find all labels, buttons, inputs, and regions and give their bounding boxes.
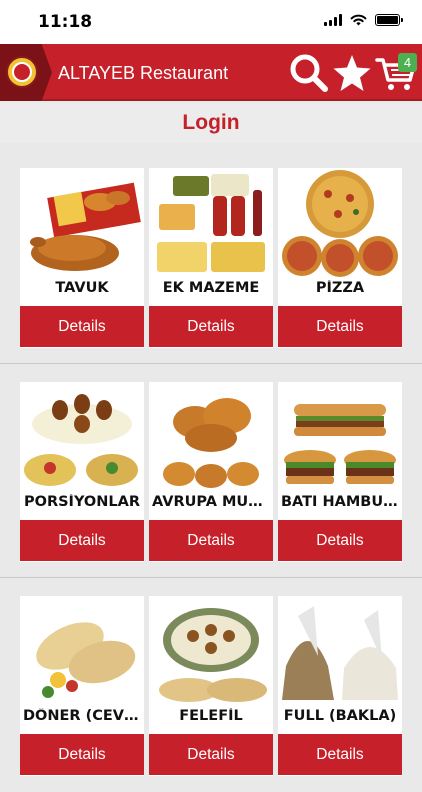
details-button[interactable]: Details bbox=[149, 734, 273, 775]
search-icon bbox=[290, 54, 328, 92]
details-button[interactable]: Details bbox=[278, 520, 402, 561]
fried-chicken-photo bbox=[149, 382, 273, 492]
category-name: PİZZA bbox=[315, 280, 365, 296]
pizza-photo bbox=[278, 168, 402, 278]
category-card-bati-hamburger[interactable]: BATI HAMBUR... Details bbox=[278, 382, 402, 562]
cart-count-badge: 4 bbox=[398, 53, 417, 72]
login-bar[interactable]: Login bbox=[0, 103, 422, 143]
side-dishes-photo bbox=[149, 168, 273, 278]
category-card-full-bakla[interactable]: FULL (BAKLA) Details bbox=[278, 596, 402, 776]
status-bar: 11:18 bbox=[0, 0, 422, 44]
category-name: FELEFİL bbox=[179, 708, 243, 724]
app-header: ALTAYEB Restaurant 4 bbox=[0, 44, 422, 101]
details-button[interactable]: Details bbox=[149, 520, 273, 561]
category-card-porsiyonlar[interactable]: PORSİYONLAR Details bbox=[20, 382, 144, 562]
star-icon bbox=[333, 55, 371, 91]
details-button[interactable]: Details bbox=[278, 734, 402, 775]
category-card-pizza[interactable]: PİZZA Details bbox=[278, 168, 402, 348]
wifi-icon bbox=[350, 14, 367, 26]
battery-icon bbox=[375, 14, 403, 26]
category-name: EK MAZEME bbox=[162, 280, 260, 296]
app-title: ALTAYEB Restaurant bbox=[58, 63, 229, 83]
details-button[interactable]: Details bbox=[20, 306, 144, 347]
burgers-photo bbox=[278, 382, 402, 492]
falafel-photo bbox=[149, 596, 273, 706]
category-name: TAVUK bbox=[55, 280, 109, 296]
category-name: DÖNER (CEVİ... bbox=[23, 708, 144, 724]
chicken-photo bbox=[20, 168, 144, 278]
details-button[interactable]: Details bbox=[20, 520, 144, 561]
search-button[interactable] bbox=[288, 52, 330, 94]
category-row: DÖNER (CEVİ... Details FELEFİL Details F… bbox=[0, 578, 422, 792]
category-grid: TAVUK Details EK MAZEME Details PİZZA De… bbox=[0, 150, 422, 792]
category-name: AVRUPA MUT... bbox=[152, 494, 273, 510]
status-time: 11:18 bbox=[38, 12, 93, 32]
details-button[interactable]: Details bbox=[20, 734, 144, 775]
category-card-tavuk[interactable]: TAVUK Details bbox=[20, 168, 144, 348]
favorites-button[interactable] bbox=[331, 52, 373, 94]
category-row: TAVUK Details EK MAZEME Details PİZZA De… bbox=[0, 150, 422, 364]
category-card-doner[interactable]: DÖNER (CEVİ... Details bbox=[20, 596, 144, 776]
login-link[interactable]: Login bbox=[182, 103, 239, 143]
details-button[interactable]: Details bbox=[278, 306, 402, 347]
category-row: PORSİYONLAR Details AVRUPA MUT... Detail… bbox=[0, 364, 422, 578]
category-name: FULL (BAKLA) bbox=[283, 708, 397, 724]
category-card-ek-mazeme[interactable]: EK MAZEME Details bbox=[149, 168, 273, 348]
fava-beans-photo bbox=[278, 596, 402, 706]
restaurant-logo[interactable] bbox=[6, 56, 38, 88]
portions-photo bbox=[20, 382, 144, 492]
category-name: PORSİYONLAR bbox=[23, 494, 141, 510]
status-icons bbox=[324, 14, 403, 26]
wrap-photo bbox=[20, 596, 144, 706]
category-name: BATI HAMBUR... bbox=[281, 494, 402, 510]
category-card-felefil[interactable]: FELEFİL Details bbox=[149, 596, 273, 776]
details-button[interactable]: Details bbox=[149, 306, 273, 347]
category-card-avrupa[interactable]: AVRUPA MUT... Details bbox=[149, 382, 273, 562]
signal-icon bbox=[324, 14, 342, 26]
